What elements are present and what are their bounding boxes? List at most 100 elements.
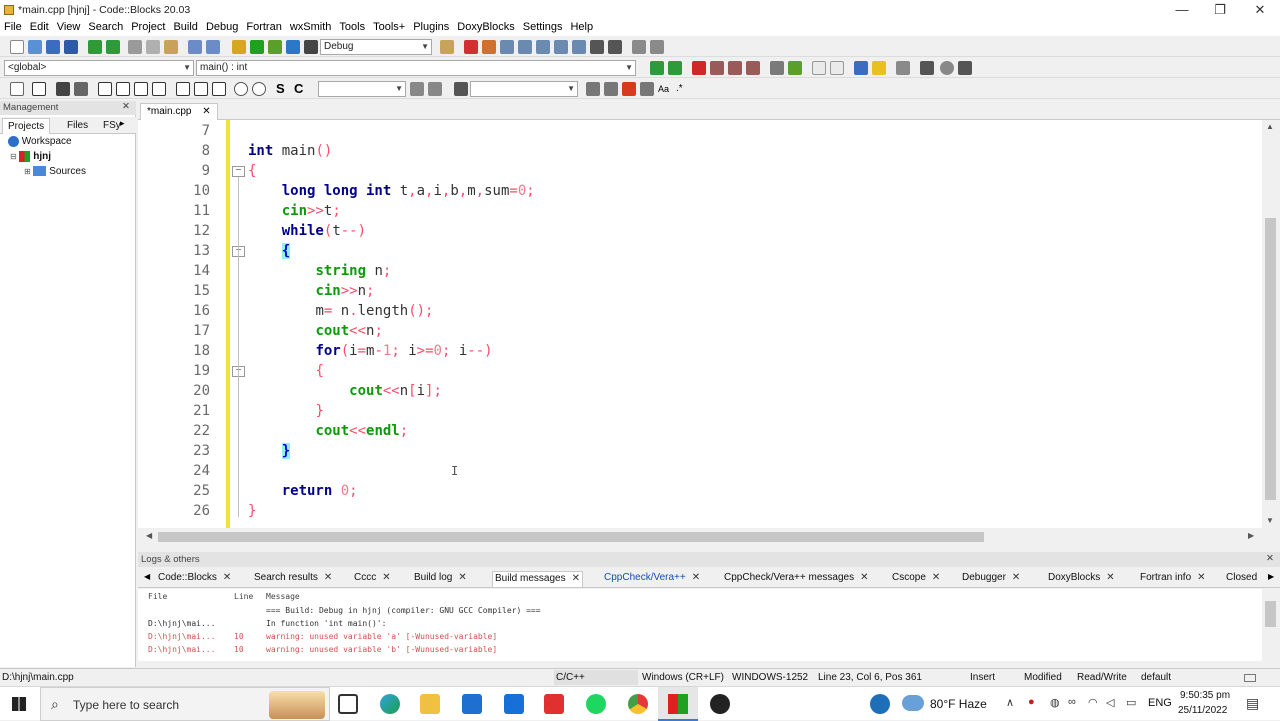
- log-tab-search-results[interactable]: Search results ✕: [252, 571, 334, 587]
- logs-close-icon[interactable]: ✕: [1266, 553, 1274, 564]
- resize-grip-icon[interactable]: [1244, 674, 1256, 682]
- menu-debug[interactable]: Debug: [202, 20, 242, 33]
- run-html-icon[interactable]: [854, 61, 868, 75]
- open-icon[interactable]: [28, 40, 42, 54]
- management-close-icon[interactable]: ✕: [122, 101, 130, 112]
- logs-vertical-scrollbar[interactable]: [1262, 589, 1280, 661]
- log-row[interactable]: D:\hjnj\mai... In function 'int main()':: [148, 617, 386, 630]
- abort-icon[interactable]: [304, 40, 318, 54]
- rectangle-icon[interactable]: [32, 82, 46, 96]
- align3-icon[interactable]: [134, 82, 148, 96]
- menu-tools-plus[interactable]: Tools+: [369, 20, 409, 33]
- search-options-icon[interactable]: [428, 82, 442, 96]
- next-line-icon[interactable]: [500, 40, 514, 54]
- edge-icon[interactable]: [380, 694, 400, 714]
- logs-scroll-thumb[interactable]: [1265, 601, 1276, 627]
- menu-doxyblocks[interactable]: DoxyBlocks: [453, 20, 518, 33]
- shape-icon[interactable]: [56, 82, 70, 96]
- copy-icon[interactable]: [146, 40, 160, 54]
- close-button[interactable]: ✕: [1240, 0, 1280, 20]
- code-editor[interactable]: 7 8 9 10 11 12 13 14 15 16 17 18 19 20 2…: [138, 120, 1262, 528]
- highlight-icon[interactable]: [622, 82, 636, 96]
- flow-icon[interactable]: [176, 82, 190, 96]
- file-explorer-icon[interactable]: [420, 694, 440, 714]
- search-go-icon[interactable]: [410, 82, 424, 96]
- menu-build[interactable]: Build: [169, 20, 201, 33]
- clear-bookmarks-icon[interactable]: [746, 61, 760, 75]
- scroll-left-icon[interactable]: ◀: [146, 531, 152, 540]
- scope-select[interactable]: <global> ▼: [4, 60, 194, 76]
- menu-settings[interactable]: Settings: [519, 20, 567, 33]
- editor-horizontal-scrollbar[interactable]: ◀ ▶: [138, 528, 1280, 545]
- menu-search[interactable]: Search: [84, 20, 127, 33]
- jump-forward-icon[interactable]: [668, 61, 682, 75]
- menu-edit[interactable]: Edit: [26, 20, 53, 33]
- minimize-button[interactable]: —: [1162, 0, 1202, 20]
- logs-tabs-right-icon[interactable]: ▶: [1268, 572, 1274, 581]
- chrome-icon[interactable]: [628, 694, 648, 714]
- search-combo[interactable]: ▼: [318, 81, 406, 97]
- maximize-button[interactable]: ❐: [1200, 0, 1240, 20]
- collapse-icon[interactable]: ⊟: [10, 152, 17, 161]
- pause-icon[interactable]: [590, 40, 604, 54]
- log-tab-build-messages[interactable]: Build messages ✕: [492, 571, 583, 587]
- editor-vertical-scroll-thumb[interactable]: [1265, 218, 1276, 500]
- clock-time[interactable]: 9:50:35 pm: [1180, 690, 1230, 701]
- undo-icon[interactable]: [88, 40, 102, 54]
- scroll-up-icon[interactable]: ▲: [1266, 122, 1274, 131]
- wifi-icon[interactable]: ◠: [1088, 696, 1098, 709]
- nav-dot-icon[interactable]: [940, 61, 954, 75]
- mail-icon[interactable]: [462, 694, 482, 714]
- tree-sources[interactable]: ⊞ Sources: [24, 165, 86, 179]
- codeblocks-taskbar-button[interactable]: [658, 687, 698, 721]
- log-tab-closed[interactable]: Closed: [1224, 571, 1266, 587]
- clock-date[interactable]: 25/11/2022: [1178, 705, 1227, 716]
- log-tab-fortran-info[interactable]: Fortran info ✕: [1138, 571, 1208, 587]
- save-all-icon[interactable]: [64, 40, 78, 54]
- selected-text-icon[interactable]: [640, 82, 654, 96]
- doxy-wizard-icon[interactable]: [770, 61, 784, 75]
- s-icon[interactable]: S: [276, 82, 290, 96]
- rebuild-icon[interactable]: [286, 40, 300, 54]
- replace-combo[interactable]: ▼: [470, 81, 578, 97]
- logs-tabs-left-icon[interactable]: ◀: [144, 572, 150, 581]
- weather-text[interactable]: 80°F Haze: [930, 697, 987, 711]
- debug-start-icon[interactable]: [464, 40, 478, 54]
- match-case-icon[interactable]: Aa: [658, 82, 672, 96]
- tray-misc-icon[interactable]: ◍: [1050, 696, 1060, 709]
- run-icon[interactable]: [250, 40, 264, 54]
- flow3-icon[interactable]: [212, 82, 226, 96]
- dropbox-icon[interactable]: [504, 694, 524, 714]
- regex-icon[interactable]: .*: [676, 82, 690, 96]
- tab-files[interactable]: Files: [62, 118, 93, 134]
- debug-info-icon[interactable]: [650, 40, 664, 54]
- obs-icon[interactable]: [710, 694, 730, 714]
- log-tab-cppcheck-messages[interactable]: CppCheck/Vera++ messages ✕: [722, 571, 870, 587]
- editor-tab-main-cpp[interactable]: *main.cpp ✕: [140, 103, 218, 120]
- wrench-icon[interactable]: [896, 61, 910, 75]
- log-row[interactable]: === Build: Debug in hjnj (compiler: GNU …: [148, 604, 541, 617]
- taskbar-search-box[interactable]: ⌕ Type here to search: [40, 687, 330, 721]
- battery-icon[interactable]: ▭: [1126, 696, 1136, 709]
- tab-projects[interactable]: Projects: [2, 118, 51, 134]
- build-and-run-icon[interactable]: [268, 40, 282, 54]
- log-tab-debugger[interactable]: Debugger ✕: [960, 571, 1022, 587]
- log-tab-cppcheck[interactable]: CppCheck/Vera++ ✕: [602, 571, 702, 587]
- debug-window-icon[interactable]: [440, 40, 454, 54]
- tree-project[interactable]: ⊟ hjnj: [10, 150, 51, 164]
- symbol-select[interactable]: main() : int ▼: [196, 60, 636, 76]
- flow2-icon[interactable]: [194, 82, 208, 96]
- menu-project[interactable]: Project: [127, 20, 169, 33]
- zoom-in-icon[interactable]: [234, 82, 248, 96]
- volume-icon[interactable]: ◁: [1106, 696, 1114, 709]
- help-icon[interactable]: [870, 694, 890, 714]
- log-tab-cccc[interactable]: Cccc ✕: [352, 571, 393, 587]
- align-icon[interactable]: [98, 82, 112, 96]
- expand-icon[interactable]: ⊞: [24, 167, 31, 176]
- next-bookmark-icon[interactable]: [728, 61, 742, 75]
- c-icon[interactable]: C: [294, 82, 308, 96]
- menu-wxsmith[interactable]: wxSmith: [286, 20, 336, 33]
- align2-icon[interactable]: [116, 82, 130, 96]
- log-tab-doxyblocks[interactable]: DoxyBlocks ✕: [1046, 571, 1117, 587]
- log-row[interactable]: D:\hjnj\mai... 10 warning: unused variable…: [148, 630, 497, 643]
